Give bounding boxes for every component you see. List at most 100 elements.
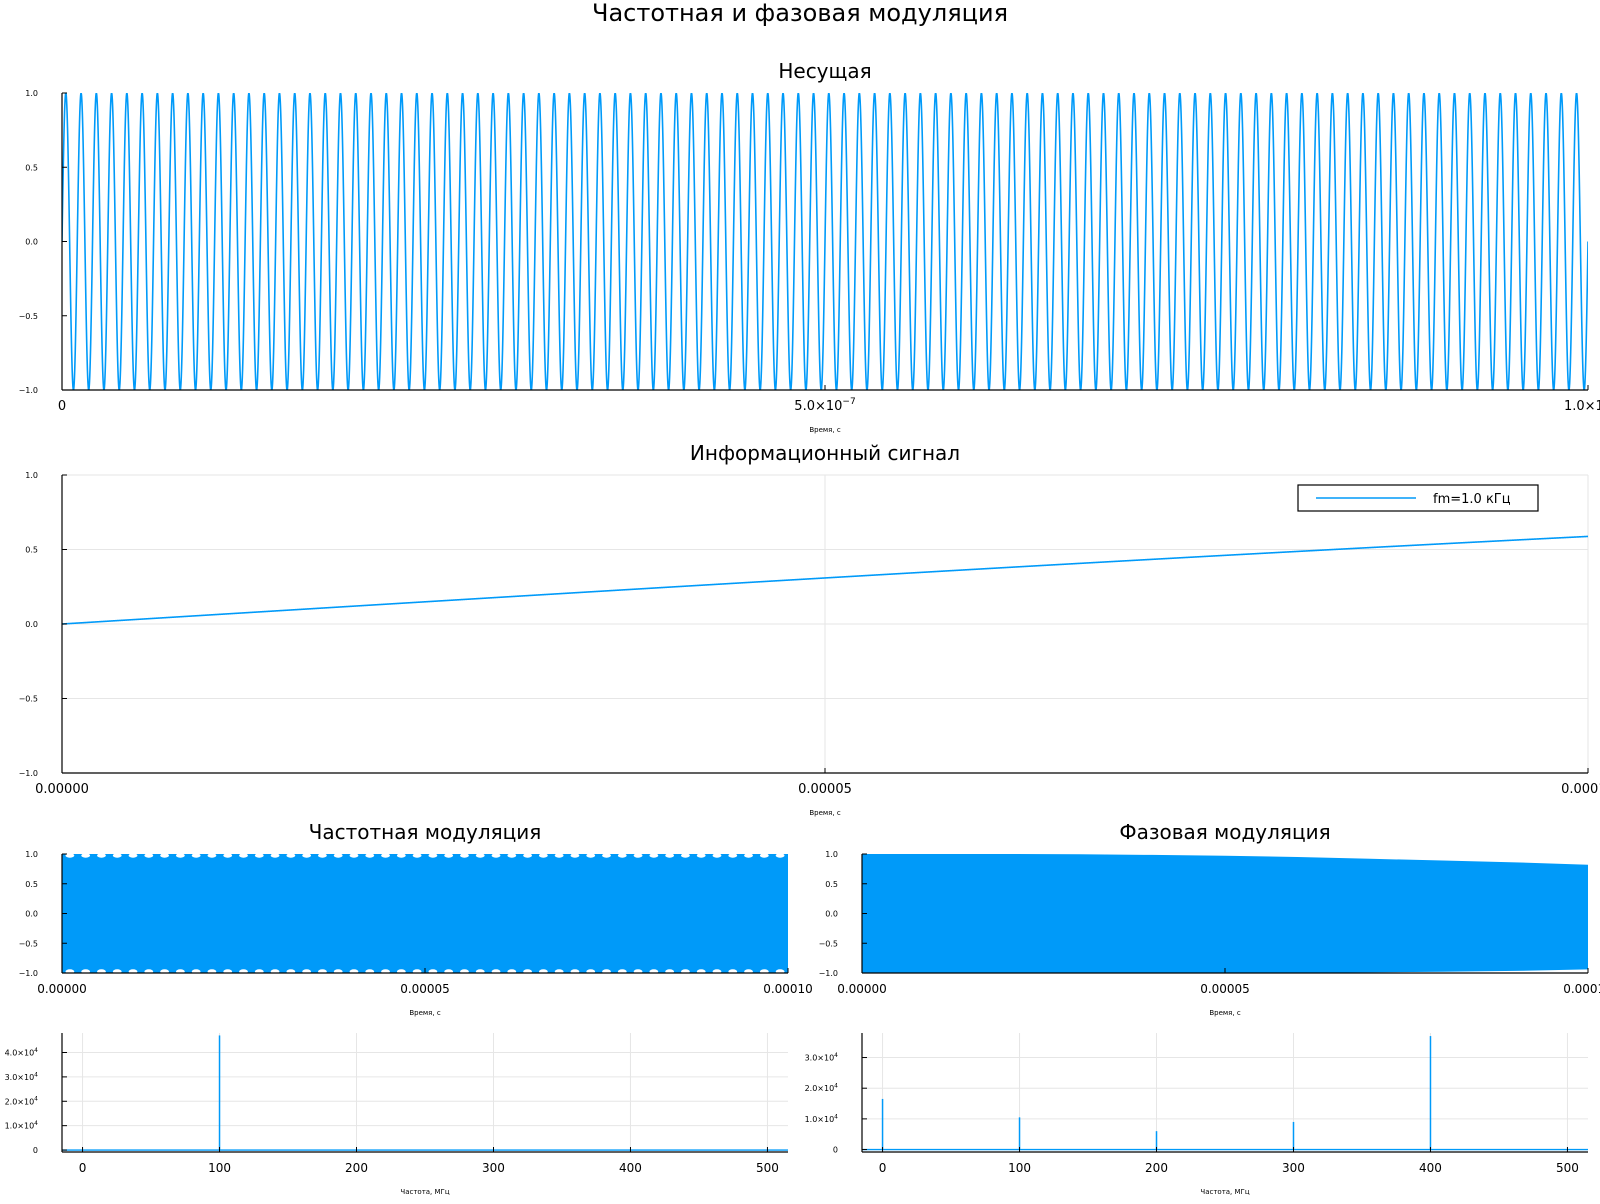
panel-title-carrier: Несущая (778, 59, 871, 83)
y-tick-label: 0.5 (25, 163, 38, 172)
fm-envelope-dip-top (538, 854, 548, 858)
y-tick-label: 3.0×104 (805, 1052, 839, 1063)
y-tick-label: 0.0 (25, 620, 38, 629)
fm-envelope-dip-top (191, 854, 201, 858)
x-tick-label: 0.00005 (1200, 982, 1250, 996)
x-tick-label: 0 (79, 1161, 87, 1175)
x-tick-label: 0.00010 (763, 982, 813, 996)
fm-envelope-dip-top (97, 854, 106, 858)
fm-envelope-dip-top (128, 854, 138, 858)
y-tick-label: 0.0 (25, 238, 38, 247)
y-tick-label: 1.0×104 (5, 1120, 39, 1131)
x-tick-label: 0 (879, 1161, 887, 1175)
x-tick-label: 500 (756, 1161, 779, 1175)
fm-envelope-dip-top (444, 854, 454, 858)
fm-envelope-dip-top (696, 854, 706, 858)
y-tick-label: −0.5 (19, 312, 38, 321)
fm-envelope-dip-top (680, 854, 690, 858)
pm-fill (862, 854, 1588, 973)
y-tick-label: 1.0 (25, 850, 38, 859)
y-tick-label: −0.5 (819, 939, 838, 948)
fm-envelope-dip-top (712, 854, 722, 858)
fm-envelope-dip-top (475, 854, 485, 858)
fm-envelope-dip-top (759, 854, 769, 858)
y-tick-label: 0.0 (25, 910, 38, 919)
fm-envelope-dip-top (665, 854, 675, 858)
x-tick-label: 0.00000 (35, 782, 89, 797)
fm-envelope-dip-top (160, 854, 170, 858)
x-tick-label: 0.00005 (798, 782, 852, 797)
series-line-carrier (62, 93, 1588, 390)
fm-envelope-dip-top (239, 854, 248, 858)
y-tick-label: 0 (33, 1146, 38, 1155)
fm-envelope-dip-top (744, 854, 753, 858)
fm-envelope-dip-top (223, 854, 233, 858)
x-axis-label-fm-spectrum: Частота, МГц (400, 1188, 449, 1196)
y-tick-label: 0.5 (825, 880, 838, 889)
fm-envelope-dip-top (554, 854, 564, 858)
x-tick-label: 1.0×10 (1564, 399, 1600, 414)
figure: Частотная и фазовая модуляция Несущая 0 5.… (0, 0, 1600, 1200)
fm-envelope-dip-top (302, 854, 312, 858)
fm-envelope-dip-top (617, 854, 627, 858)
fm-envelope-dip-top (286, 854, 296, 858)
fm-envelope-dip-top (365, 854, 375, 858)
y-tick-label: 0 (833, 1146, 838, 1155)
data-pm (862, 854, 1588, 973)
x-tick-label: 200 (345, 1161, 368, 1175)
y-tick-label: −1.0 (19, 969, 38, 978)
x-axis-label-pm: Время, с (1209, 1009, 1240, 1017)
fm-envelope-dip-top (207, 854, 217, 858)
fm-envelope-dip-top (428, 854, 438, 858)
y-tick-label: 2.0×104 (5, 1096, 39, 1107)
fm-envelope-dip-top (112, 854, 122, 858)
panel-carrier: Несущая 0 5.0×10−7 1.0×10 −1.0 −0.5 0.0 0.5 1.0 В… (19, 59, 1600, 434)
fm-fill (62, 854, 788, 973)
fm-envelope-dip-top (570, 854, 580, 858)
y-tick-label: 2.0×104 (805, 1083, 839, 1094)
panel-pm-spectrum: 0 100 200 300 400 500 0 1.0×104 2.0×104 3.0×104 Ча… (805, 1033, 1588, 1196)
fm-envelope-dip-top (633, 854, 643, 858)
y-tick-label: 4.0×104 (5, 1047, 39, 1058)
y-tick-label: 1.0 (825, 850, 838, 859)
x-tick-label: 400 (619, 1161, 642, 1175)
x-tick-label: 0.00010 (1563, 982, 1600, 996)
x-tick-label: 0.00000 (837, 982, 887, 996)
y-tick-label: 1.0×104 (805, 1113, 839, 1124)
y-tick-label: −0.5 (19, 939, 38, 948)
x-axis-label-message: Время, с (809, 809, 840, 817)
fm-envelope-dip-top (586, 854, 596, 858)
fm-envelope-dip-top (460, 854, 469, 858)
y-tick-label: 3.0×104 (5, 1071, 39, 1082)
y-tick-label: 1.0 (25, 89, 38, 98)
x-tick-label: 200 (1145, 1161, 1168, 1175)
panel-fm: Частотная модуляция 0.00000 0.00005 0.00010… (19, 820, 813, 1017)
panel-title-fm: Частотная модуляция (309, 820, 542, 844)
x-tick-label: 0.00000 (37, 982, 87, 996)
panel-fm-spectrum: 0 100 200 300 400 500 0 1.0×104 2.0×104 3.0×104 4.… (5, 1033, 788, 1196)
panel-message: Информационный сигнал 0.00000 0.00005 0.000… (19, 441, 1600, 817)
fm-envelope-dip-top (254, 854, 264, 858)
fm-envelope-dip-top (349, 854, 359, 858)
panel-title-pm: Фазовая модуляция (1119, 820, 1330, 844)
x-tick-label: 300 (482, 1161, 505, 1175)
fm-envelope-dip-top (775, 854, 785, 858)
panel-pm: Фазовая модуляция 0.00000 0.00005 0.00010 −1… (819, 820, 1600, 1017)
y-tick-label: −1.0 (19, 769, 38, 778)
fm-envelope-dip-top (491, 854, 501, 858)
data-carrier (62, 93, 1588, 390)
fm-envelope-dip-top (396, 854, 406, 858)
x-tick-label: 0.00010 (1561, 782, 1600, 797)
legend-label: fm=1.0 кГц (1433, 492, 1511, 507)
y-tick-label: −0.5 (19, 695, 38, 704)
fm-envelope-dip-top (412, 854, 422, 858)
fm-envelope-dip-top (317, 854, 327, 858)
x-tick-label: 5.0×10−7 (794, 397, 855, 414)
fm-envelope-dip-top (175, 854, 185, 858)
x-tick-label: 0 (58, 399, 66, 414)
y-tick-label: 0.5 (25, 546, 38, 555)
y-tick-label: 1.0 (25, 471, 38, 480)
data-fm (62, 854, 788, 973)
data-pm-spectrum (862, 1036, 1588, 1151)
x-tick-label: 500 (1556, 1161, 1579, 1175)
